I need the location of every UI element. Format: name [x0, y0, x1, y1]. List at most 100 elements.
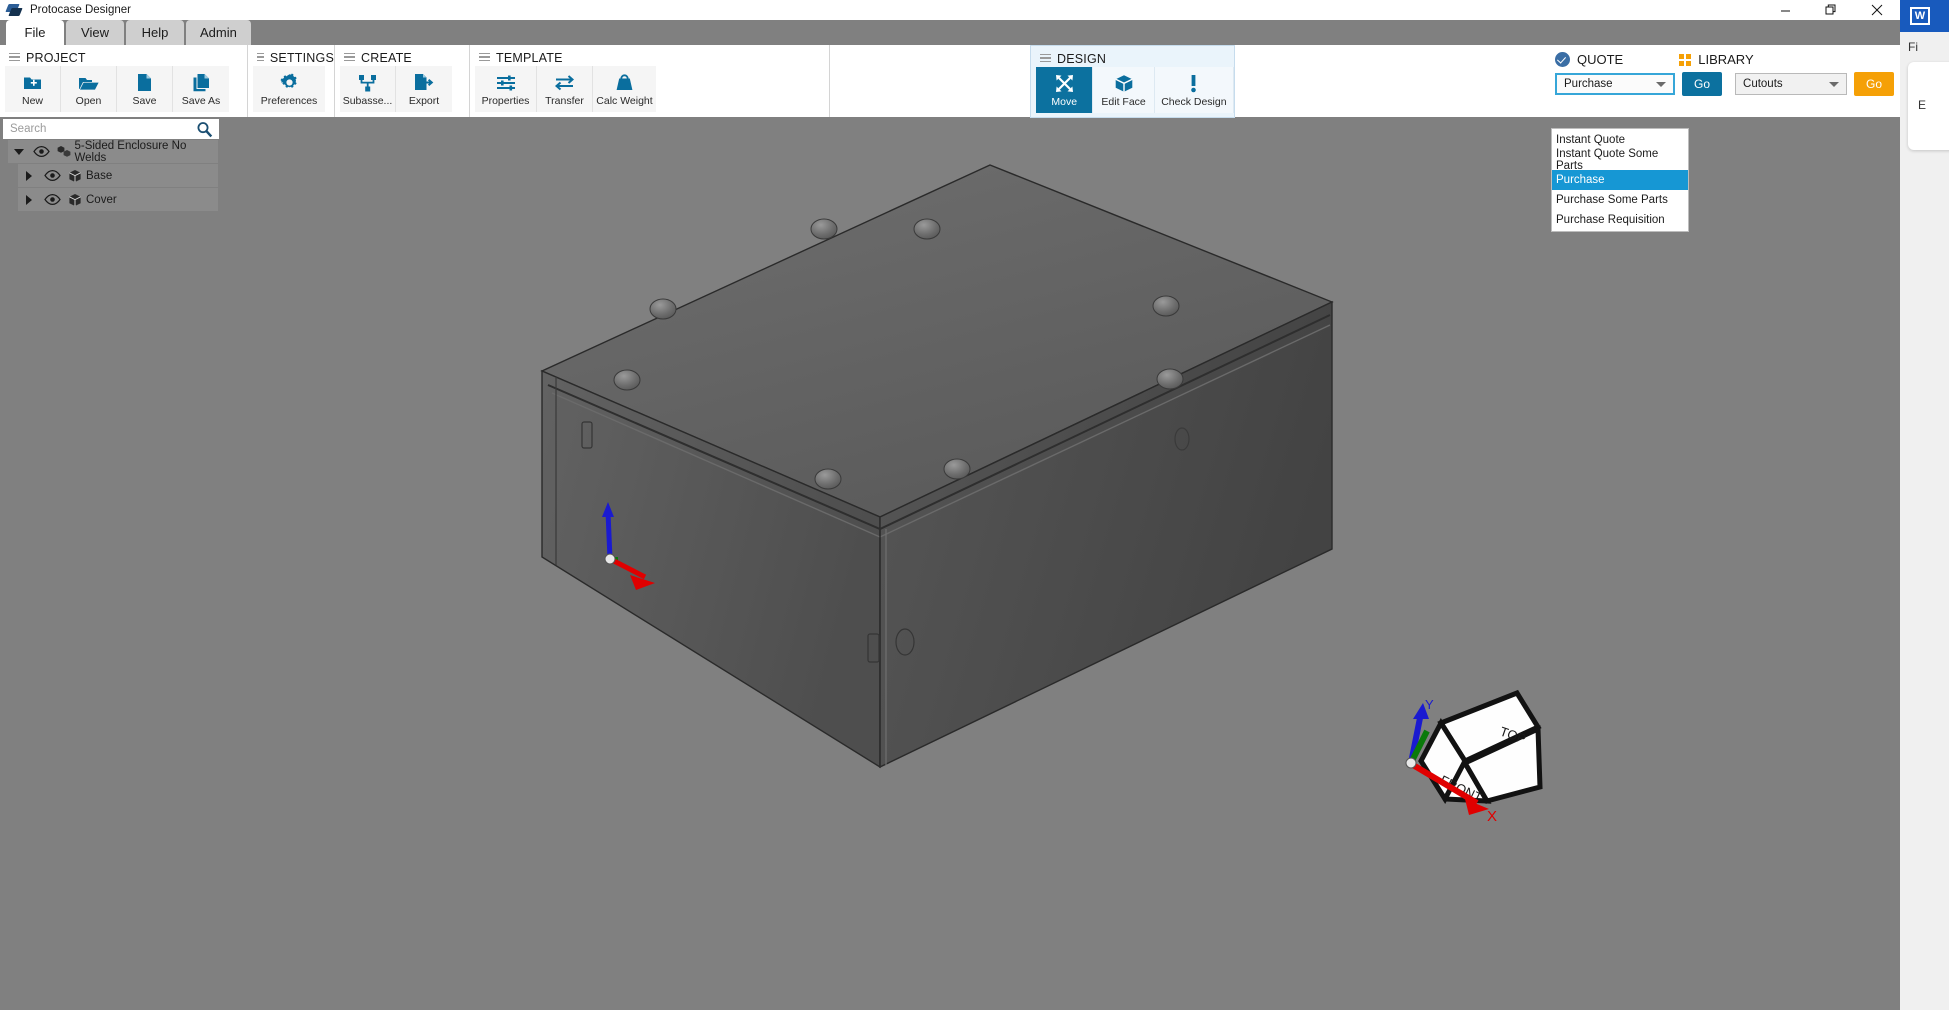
group-menu-icon[interactable] — [9, 52, 20, 64]
ribbon-group-create: CREATE Subasse... Export — [335, 45, 470, 117]
word-document-card[interactable]: E — [1908, 62, 1949, 150]
export-button-label: Export — [408, 94, 440, 107]
project-tree-panel: 5-Sided Enclosure No Welds Base Cover — [0, 117, 222, 1010]
quote-heading-label: QUOTE — [1577, 52, 1624, 67]
expand-collapse-toggle[interactable] — [18, 194, 40, 205]
background-word-window[interactable]: W Fi E — [1900, 0, 1949, 1010]
edit-face-button[interactable]: Edit Face — [1093, 67, 1155, 113]
dropdown-option-purchase-some-parts[interactable]: Purchase Some Parts — [1552, 190, 1688, 210]
dropdown-option-purchase-requisition[interactable]: Purchase Requisition — [1552, 210, 1688, 230]
eye-icon[interactable] — [40, 170, 64, 181]
quote-library-headings: QUOTE LIBRARY — [1545, 46, 1900, 67]
dropdown-option-instant-quote-some-parts[interactable]: Instant Quote Some Parts — [1552, 148, 1688, 172]
open-button[interactable]: Open — [61, 66, 117, 112]
group-menu-icon[interactable] — [257, 52, 264, 64]
quote-type-select[interactable]: Purchase — [1555, 73, 1675, 95]
properties-button[interactable]: Properties — [475, 66, 537, 112]
save-button[interactable]: Save — [117, 66, 173, 112]
library-go-button[interactable]: Go — [1854, 72, 1895, 96]
assembly-icon — [53, 145, 75, 158]
chevron-down-icon — [1656, 82, 1666, 87]
three-d-scene[interactable]: TOP FRONT Y X — [222, 117, 1900, 1010]
word-ribbon-tab[interactable]: Fi — [1908, 40, 1918, 54]
view-cube-y-label: Y — [1425, 697, 1434, 712]
quote-library-panel: QUOTE LIBRARY Purchase Go Cutouts Go — [1545, 46, 1900, 117]
tree-item-base[interactable]: Base — [18, 164, 218, 187]
quote-heading: QUOTE — [1555, 52, 1623, 67]
minimize-button[interactable] — [1762, 0, 1808, 20]
view-cube[interactable]: TOP FRONT Y X — [1395, 675, 1565, 835]
ribbon-group-create-title: CREATE — [335, 45, 469, 66]
group-menu-icon[interactable] — [1040, 53, 1051, 65]
library-heading: LIBRARY — [1679, 52, 1754, 67]
dropdown-option-instant-quote[interactable]: Instant Quote — [1552, 130, 1688, 150]
tab-view-label: View — [81, 25, 109, 40]
dropdown-option-purchase[interactable]: Purchase — [1552, 170, 1688, 190]
tab-admin[interactable]: Admin — [186, 20, 251, 45]
export-icon — [414, 72, 434, 94]
library-type-selected-value: Cutouts — [1743, 78, 1783, 90]
word-document-text: E — [1918, 98, 1927, 112]
eye-icon[interactable] — [40, 194, 64, 205]
close-button[interactable] — [1854, 0, 1900, 20]
save-as-button[interactable]: Save As — [173, 66, 229, 112]
chevron-right-icon — [26, 170, 32, 181]
quote-type-dropdown-list[interactable]: Instant Quote Instant Quote Some Parts P… — [1551, 128, 1689, 232]
subassembly-button[interactable]: Subasse... — [340, 66, 396, 112]
check-design-button[interactable]: Check Design — [1154, 67, 1234, 113]
tab-view[interactable]: View — [66, 20, 124, 45]
calc-weight-button-label: Calc Weight — [596, 94, 653, 107]
group-menu-icon[interactable] — [344, 52, 355, 64]
ribbon-group-settings-title: SETTINGS — [248, 45, 334, 66]
export-button[interactable]: Export — [396, 66, 452, 112]
tree-item-enclosure-label: 5-Sided Enclosure No Welds — [74, 139, 187, 164]
preferences-button-label: Preferences — [260, 94, 318, 107]
transfer-arrows-icon — [554, 72, 575, 94]
search-icon[interactable] — [196, 121, 213, 143]
tab-file-label: File — [24, 25, 46, 40]
calc-weight-button[interactable]: Calc Weight — [593, 66, 656, 112]
tree-item-cover-label: Cover — [86, 193, 117, 206]
library-type-select[interactable]: Cutouts — [1735, 73, 1848, 95]
save-button-label: Save — [132, 94, 157, 107]
tree-item-cover[interactable]: Cover — [18, 188, 218, 211]
expand-collapse-toggle[interactable] — [8, 148, 30, 155]
check-design-button-label: Check Design — [1161, 95, 1227, 108]
group-design-label: DESIGN — [1057, 52, 1107, 66]
protocase-logo-icon — [5, 3, 23, 17]
enclosure-model[interactable] — [222, 117, 1900, 1010]
sliders-icon — [496, 72, 516, 94]
save-as-button-label: Save As — [181, 94, 221, 107]
search-box[interactable] — [3, 119, 219, 139]
chevron-down-icon — [1829, 82, 1840, 87]
title-bar: Protocase Designer — [0, 0, 1900, 20]
check-circle-icon — [1555, 52, 1570, 67]
preferences-button[interactable]: Preferences — [253, 66, 325, 112]
search-input[interactable] — [4, 123, 184, 135]
move-button[interactable]: Move — [1036, 67, 1094, 113]
quote-go-button[interactable]: Go — [1682, 72, 1723, 96]
tab-help-label: Help — [141, 25, 169, 40]
ribbon-group-project-title: PROJECT — [0, 45, 247, 66]
new-button-label: New — [21, 94, 43, 107]
eye-icon[interactable] — [30, 146, 53, 157]
tab-help[interactable]: Help — [126, 20, 184, 45]
move-arrows-icon — [1055, 73, 1074, 95]
group-menu-icon[interactable] — [479, 52, 490, 64]
ribbon-group-template-title: TEMPLATE — [470, 45, 829, 66]
quote-library-controls: Purchase Go Cutouts Go — [1545, 67, 1900, 96]
tree-item-enclosure[interactable]: 5-Sided Enclosure No Welds — [8, 139, 218, 164]
new-button[interactable]: New — [5, 66, 61, 112]
quote-type-selected-value: Purchase — [1564, 78, 1613, 90]
protocase-designer-window: Protocase Designer File View Help Admin … — [0, 0, 1900, 1010]
tab-file[interactable]: File — [6, 20, 64, 45]
chevron-down-icon — [13, 148, 24, 155]
transfer-button-label: Transfer — [545, 94, 584, 107]
group-settings-label: SETTINGS — [269, 51, 334, 65]
restore-button[interactable] — [1808, 0, 1854, 20]
viewport-clip: TOP FRONT Y X — [222, 117, 1900, 1010]
expand-collapse-toggle[interactable] — [18, 170, 40, 181]
transfer-button[interactable]: Transfer — [537, 66, 593, 112]
window-title: Protocase Designer — [30, 4, 131, 16]
group-create-label: CREATE — [361, 51, 412, 65]
